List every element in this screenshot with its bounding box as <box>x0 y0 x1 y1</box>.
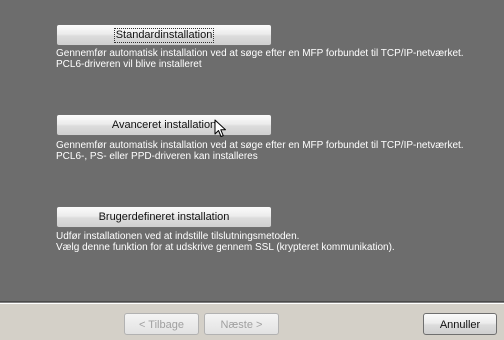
advanced-description-line-1: Gennemfør automatisk installation ved at… <box>56 140 464 151</box>
mouse-pointer-icon <box>214 119 226 137</box>
custom-installation-button[interactable]: Brugerdefineret installation <box>56 206 272 228</box>
standard-description-line-2: PCL6-driveren vil blive installeret <box>56 59 202 70</box>
custom-installation-description: Udfør installationen ved at indstille ti… <box>56 231 496 253</box>
wizard-navigation-bar: < Tilbage Næste > Annuller <box>0 302 504 340</box>
advanced-installation-button[interactable]: Avanceret installation <box>56 114 272 136</box>
navigation-separator <box>0 302 504 304</box>
custom-description-line-2: Vælg denne funktion for at udskrive genn… <box>56 242 395 253</box>
advanced-description-line-2: PCL6-, PS- eller PPD-driveren kan instal… <box>56 151 258 162</box>
back-button[interactable]: < Tilbage <box>124 313 199 335</box>
standard-description-line-1: Gennemfør automatisk installation ved at… <box>56 48 464 59</box>
advanced-installation-description: Gennemfør automatisk installation ved at… <box>56 140 496 162</box>
advanced-installation-label: Avanceret installation <box>111 119 217 131</box>
cancel-button[interactable]: Annuller <box>423 313 497 335</box>
standard-installation-description: Gennemfør automatisk installation ved at… <box>56 48 496 70</box>
installation-options-panel: Standardinstallation Gennemfør automatis… <box>0 0 504 302</box>
custom-description-line-1: Udfør installationen ved at indstille ti… <box>56 231 300 242</box>
next-button[interactable]: Næste > <box>204 313 279 335</box>
standard-installation-label: Standardinstallation <box>113 28 215 43</box>
custom-installation-label: Brugerdefineret installation <box>98 211 230 223</box>
standard-installation-button[interactable]: Standardinstallation <box>56 24 272 46</box>
